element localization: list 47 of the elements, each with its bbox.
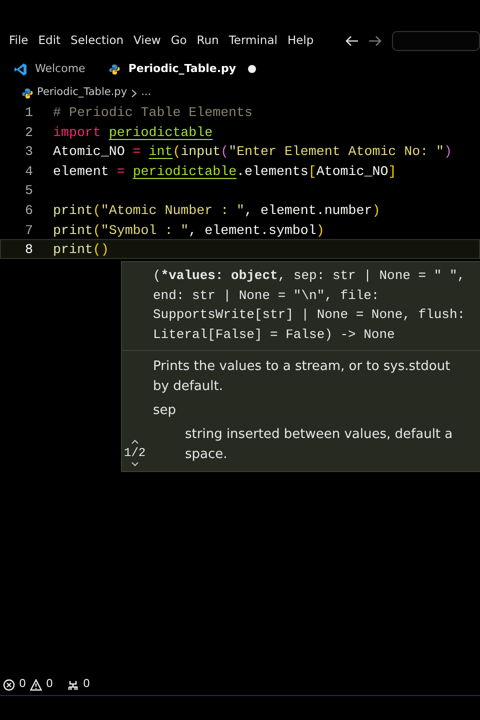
status-item[interactable]: 0 — [30, 676, 53, 693]
menu-item[interactable]: Terminal — [224, 32, 282, 50]
menu-item[interactable]: Go — [166, 32, 192, 50]
forward-arrow-icon[interactable] — [368, 35, 382, 47]
status-item[interactable]: 0 — [3, 676, 26, 693]
overload-counter: 1/2 — [124, 448, 146, 458]
code-line: print() — [53, 241, 109, 258]
function-signature: (*values: object, sep: str | None = " ", end: str | None = "\n", file: SupportsWrite[str] | None = None, flush: Literal[False] = False) -> None — [122, 262, 480, 352]
menu-item[interactable]: Help — [282, 32, 319, 50]
back-arrow-icon[interactable] — [344, 35, 359, 47]
line-number: 7 — [24, 222, 34, 238]
editor-tab[interactable]: Periodic_Table.py — [109, 60, 266, 78]
parameter-description: string inserted between values, default a space. — [184, 426, 454, 464]
line-number: 2 — [24, 124, 34, 140]
antenna-icon — [67, 678, 79, 690]
function-description: Prints the values to a stream, or to sys.stdout by default. — [153, 358, 452, 396]
code-line: # Periodic Table Elements — [53, 104, 252, 121]
warning-icon — [30, 678, 42, 690]
breadcrumb-item[interactable]: Periodic_Table.py — [37, 85, 128, 101]
status-item[interactable]: 0 — [67, 676, 90, 693]
chevron-down-icon[interactable] — [130, 462, 139, 468]
python-logo-icon — [109, 64, 120, 74]
python-logo-icon — [22, 88, 33, 98]
menu-item[interactable]: Run — [192, 32, 224, 50]
code-line: Atomic_NO = int(input("Enter Element Atomic No: ") — [53, 143, 452, 160]
menu-item[interactable]: View — [128, 32, 166, 50]
menu-item[interactable]: Edit — [33, 32, 66, 50]
line-number: 3 — [24, 143, 34, 160]
code-editor-logo-icon — [14, 62, 27, 76]
parameter-name: sep — [153, 402, 178, 420]
line-number: 4 — [24, 162, 34, 180]
line-number: 6 — [24, 202, 34, 219]
code-line: import periodictable — [53, 124, 213, 140]
chevron-up-icon[interactable] — [130, 439, 139, 444]
search-field[interactable] — [392, 31, 480, 51]
line-number: 1 — [24, 104, 34, 121]
line-number: 8 — [24, 241, 34, 258]
code-line: print("Atomic Number : ", element.number) — [53, 202, 380, 219]
menu-item[interactable]: File — [4, 32, 34, 50]
editor-tab[interactable]: Welcome — [14, 60, 96, 78]
code-line: print("Symbol : ", element.symbol) — [53, 222, 324, 238]
error-icon — [3, 678, 15, 690]
chevron-right-icon — [131, 88, 138, 98]
line-number: 5 — [24, 182, 34, 199]
code-line: element = periodictable.elements[Atomic_NO] — [53, 162, 396, 180]
menu-item[interactable]: Selection — [66, 32, 129, 50]
breadcrumb-item[interactable]: ... — [141, 85, 152, 101]
